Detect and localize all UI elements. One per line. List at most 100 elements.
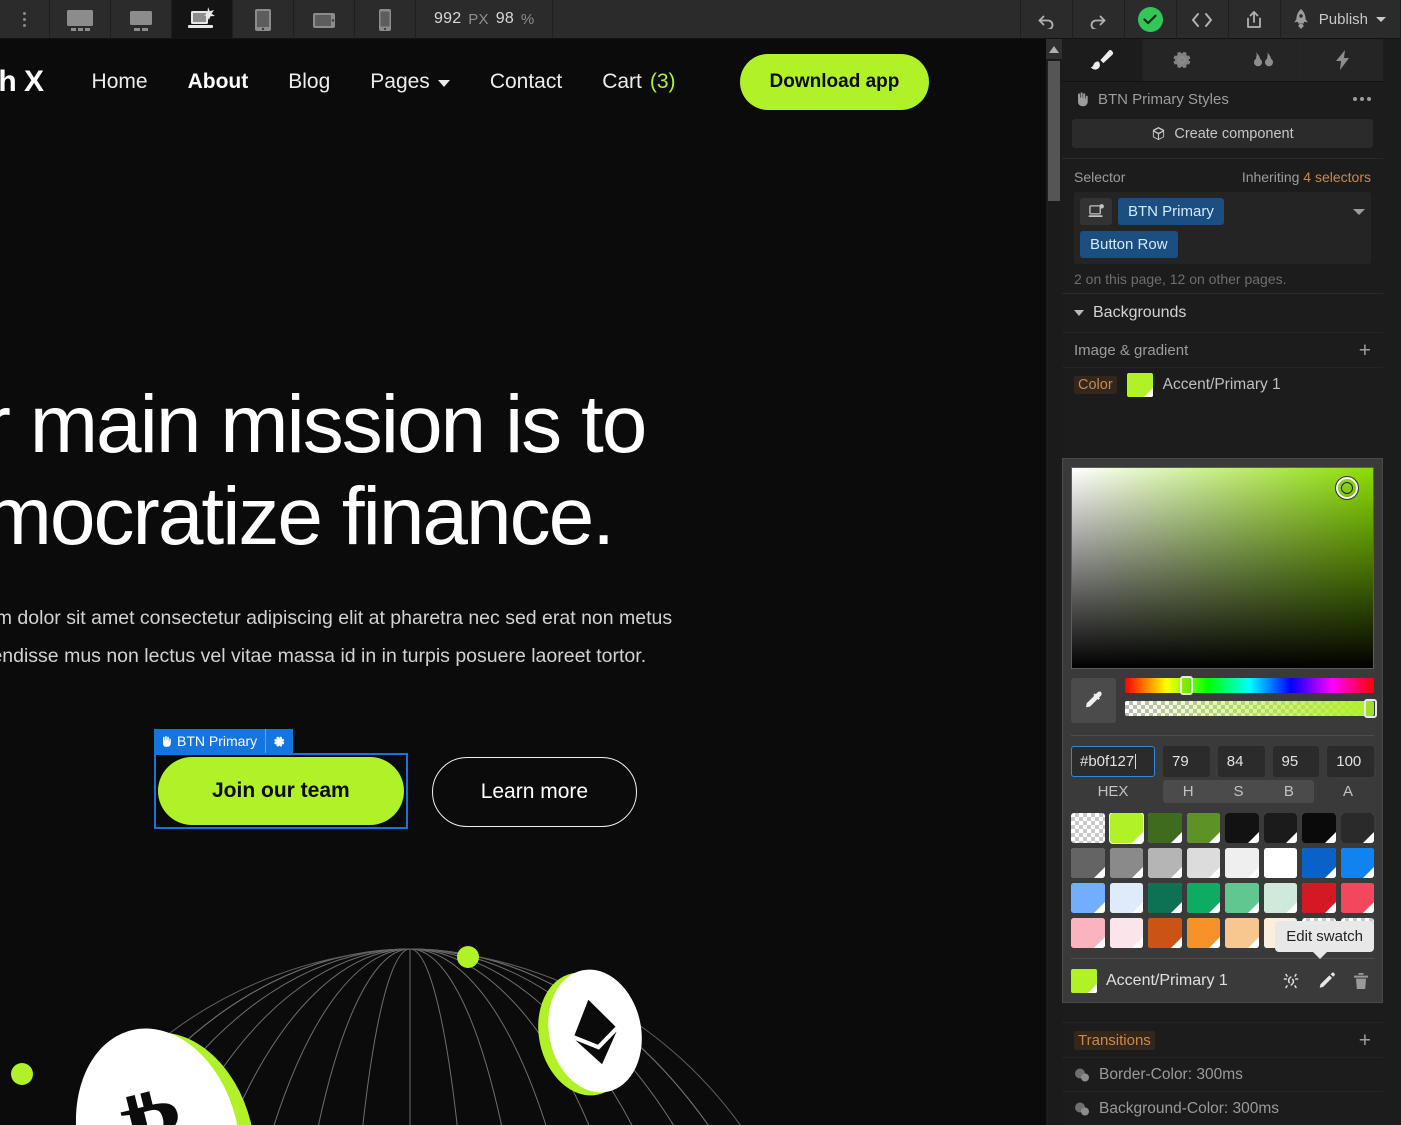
color-swatch[interactable] — [1186, 848, 1220, 878]
brightness-input[interactable]: 95 — [1272, 746, 1320, 777]
hsb-label-group[interactable]: H S B — [1163, 780, 1314, 803]
color-swatch[interactable] — [1109, 918, 1143, 948]
hex-input[interactable]: #b0f127 — [1071, 746, 1155, 777]
add-transition-button[interactable]: + — [1359, 1030, 1371, 1051]
hue-input[interactable]: 79 — [1163, 746, 1210, 777]
color-swatch[interactable] — [1148, 883, 1182, 913]
inheriting-prefix: Inheriting — [1241, 169, 1304, 185]
join-our-team-button[interactable]: Join our team — [158, 757, 404, 825]
color-swatch[interactable] — [1263, 848, 1297, 878]
breakpoint-tablet-landscape[interactable] — [294, 0, 355, 39]
learn-more-button[interactable]: Learn more — [431, 757, 638, 827]
saturation-brightness-square[interactable] — [1071, 467, 1374, 669]
create-component-button[interactable]: Create component — [1072, 119, 1373, 148]
canvas-scroll-thumb[interactable] — [1048, 61, 1060, 201]
save-status-button[interactable] — [1125, 0, 1177, 39]
hue-slider[interactable] — [1125, 676, 1374, 695]
selection-badge[interactable]: BTN Primary — [154, 729, 294, 753]
nav-item-home[interactable]: Home — [72, 70, 168, 94]
color-swatch[interactable] — [1186, 883, 1220, 913]
tab-style[interactable] — [1062, 39, 1143, 81]
alpha-slider-handle[interactable] — [1364, 699, 1377, 718]
color-swatch[interactable] — [1225, 918, 1259, 948]
canvas-size-zoom[interactable]: 992 PX 98 % — [416, 0, 554, 38]
alpha-input[interactable]: 100 — [1327, 746, 1374, 777]
color-swatch[interactable] — [1109, 883, 1143, 913]
breakpoint-tablet[interactable] — [233, 0, 294, 39]
swatch-footer: Accent/Primary 1 — [1071, 958, 1374, 994]
selector-breakpoint-icon[interactable] — [1080, 198, 1112, 225]
color-swatch[interactable] — [1225, 883, 1259, 913]
selector-box[interactable]: BTN Primary Button Row — [1074, 192, 1371, 264]
saturation-input[interactable]: 84 — [1217, 746, 1265, 777]
scroll-up-button[interactable] — [1046, 39, 1062, 59]
color-swatch[interactable] — [1186, 918, 1220, 948]
color-swatch[interactable] — [1071, 883, 1105, 913]
chevron-down-icon[interactable] — [1353, 208, 1365, 215]
canvas-scrollbar[interactable] — [1046, 39, 1062, 1125]
tab-effects[interactable] — [1303, 39, 1383, 81]
color-swatch[interactable] — [1263, 813, 1297, 843]
nav-item-contact[interactable]: Contact — [470, 70, 582, 94]
color-swatch[interactable] — [1148, 848, 1182, 878]
transition-item[interactable]: Background-Color: 300ms — [1062, 1091, 1383, 1125]
color-swatch[interactable] — [1071, 918, 1105, 948]
backgrounds-section-header[interactable]: Backgrounds — [1062, 293, 1383, 332]
design-canvas[interactable]: ech X Home About Blog Pages Contact Cart… — [0, 39, 1062, 1125]
color-swatch[interactable] — [1148, 918, 1182, 948]
nav-item-about[interactable]: About — [168, 70, 269, 94]
breakpoint-laptop-base[interactable] — [172, 0, 233, 39]
eyedropper-button[interactable] — [1071, 678, 1116, 723]
more-options-button[interactable] — [0, 0, 50, 38]
breakpoint-mobile[interactable] — [355, 0, 416, 39]
redo-button[interactable] — [1073, 0, 1125, 39]
breakpoint-desktop[interactable] — [111, 0, 172, 39]
add-image-gradient-button[interactable]: + — [1359, 340, 1371, 361]
transition-item[interactable]: Border-Color: 300ms — [1062, 1057, 1383, 1091]
color-swatch[interactable] — [1186, 813, 1220, 843]
tab-interactions[interactable] — [1223, 39, 1304, 81]
color-swatch[interactable] — [1302, 848, 1336, 878]
nav-item-pages[interactable]: Pages — [350, 70, 470, 94]
color-swatch[interactable] — [1108, 813, 1144, 844]
color-swatch[interactable] — [1302, 883, 1336, 913]
background-color-swatch[interactable] — [1126, 372, 1153, 397]
tab-settings[interactable] — [1142, 39, 1223, 81]
hue-slider-handle[interactable] — [1179, 676, 1193, 695]
edit-swatch-button[interactable] — [1313, 968, 1339, 994]
color-picker-popover[interactable]: #b0f127 79 84 95 100 HEX H S B A Edit sw… — [1062, 458, 1383, 1003]
a-label: A — [1342, 783, 1353, 800]
panel-more-icon[interactable] — [1353, 97, 1371, 101]
inheriting-info[interactable]: Inheriting 4 selectors — [1242, 169, 1371, 185]
selector-tag-primary[interactable]: BTN Primary — [1118, 198, 1224, 225]
color-swatch[interactable] — [1340, 813, 1374, 843]
alpha-slider[interactable] — [1125, 699, 1377, 718]
nav-item-cart[interactable]: Cart (3) — [582, 70, 695, 94]
color-swatch[interactable] — [1071, 848, 1105, 878]
color-swatch[interactable] — [1225, 813, 1259, 843]
download-app-button[interactable]: Download app — [739, 54, 930, 110]
color-swatch[interactable] — [1225, 848, 1259, 878]
site-logo[interactable]: ech X — [0, 65, 44, 99]
color-swatch[interactable] — [1071, 813, 1105, 843]
chevron-up-icon — [1049, 45, 1059, 53]
delete-swatch-button[interactable] — [1348, 968, 1374, 994]
sb-cursor-handle[interactable] — [1335, 476, 1359, 500]
undo-button[interactable] — [1021, 0, 1073, 39]
share-button[interactable] — [1229, 0, 1281, 39]
color-swatch[interactable] — [1148, 813, 1182, 843]
breakpoint-desktop-large[interactable] — [50, 0, 111, 39]
color-swatch[interactable] — [1340, 848, 1374, 878]
code-view-button[interactable] — [1177, 0, 1229, 39]
color-swatch[interactable] — [1302, 813, 1336, 843]
unlink-swatch-button[interactable] — [1278, 968, 1304, 994]
color-swatch[interactable] — [1263, 883, 1297, 913]
current-swatch-preview[interactable] — [1071, 969, 1097, 993]
color-swatch[interactable] — [1109, 848, 1143, 878]
hero-paragraph-line2: uspendisse mus non lectus vel vitae mass… — [0, 644, 647, 667]
selection-settings-icon[interactable] — [265, 729, 293, 753]
nav-item-blog[interactable]: Blog — [268, 70, 350, 94]
color-swatch[interactable] — [1340, 883, 1374, 913]
publish-button[interactable]: Publish — [1281, 0, 1401, 38]
selector-tag-secondary[interactable]: Button Row — [1080, 231, 1178, 258]
